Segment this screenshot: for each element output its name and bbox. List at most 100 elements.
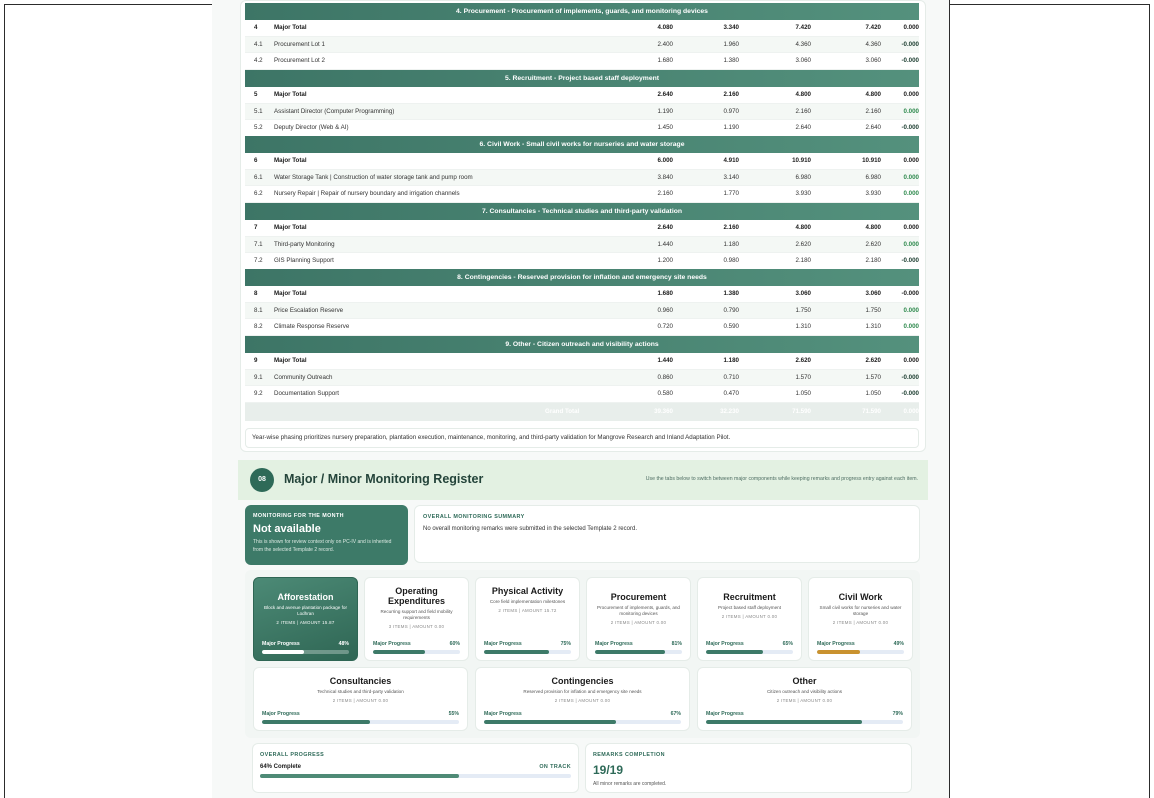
component-tab-operating-expenditures[interactable]: Operating Expenditures Recurring support … [364,577,469,661]
major-total-row: 4 Major Total 4.080 3.340 7.420 7.420 0.000 [245,20,919,37]
table-row: 4.1 Procurement Lot 1 2.400 1.960 4.360 4.360… [245,36,919,54]
section-header: 5. Recruitment - Project based staff dep… [245,70,919,87]
remarks-completion-value: 19/19 [593,763,624,777]
cell-v4: 2.160 [865,107,881,115]
cell-no: 7.2 [254,257,263,265]
overall-progress-complete: 64% Complete [260,764,302,770]
progress-label: Major Progress [484,711,522,717]
cell-item: Major Total [274,157,307,164]
grand-total-v2: 32.230 [720,408,739,415]
component-tab-contingencies[interactable]: Contingencies Reserved provision for infl… [475,667,690,731]
cell-v4: 2.620 [865,240,881,248]
component-tab-physical-activity[interactable]: Physical Activity Core field implementati… [475,577,580,661]
cell-v2: 1.960 [723,40,739,48]
cell-v4: 1.050 [865,390,881,398]
progress-label: Major Progress [262,711,300,717]
table-row: 6.1 Water Storage Tank | Construction of … [245,169,919,187]
component-tab-procurement[interactable]: Procurement Procurement of implements, gu… [586,577,691,661]
cell-v1: 1.200 [657,257,673,265]
component-meta: 2 ITEMS | AMOUNT 0.00 [832,620,889,625]
cell-v1: 1.440 [657,240,673,248]
component-tab-civil-work[interactable]: Civil Work Small civil works for nurserie… [808,577,913,661]
cell-v1: 2.640 [657,224,673,231]
progress-label: Major Progress [706,641,744,647]
progress-fill [484,720,616,724]
cell-v1: 0.860 [657,373,673,381]
cell-diff: 0.000 [903,157,919,164]
cell-v4: 1.750 [865,306,881,314]
cell-v2: 0.790 [723,306,739,314]
component-description: Small civil works for nurseries and wate… [819,605,902,616]
overall-summary-text: No overall monitoring remarks were submi… [423,526,637,532]
table-row: 5.2 Deputy Director (Web & AI) 1.450 1.190 2… [245,120,919,137]
component-tab-afforestation[interactable]: Afforestation Block and avenue plantation… [253,577,358,661]
cell-diff: 0.000 [903,323,919,331]
component-tab-other[interactable]: Other Citizen outreach and visibility act… [697,667,912,731]
grand-total-row: Grand Total 39.360 32.230 71.590 71.590 0.000 [245,403,919,421]
progress-percent: 67% [670,711,681,717]
table-row: 5.1 Assistant Director (Computer Programm… [245,103,919,121]
overall-progress-status: ON TRACK [539,764,571,770]
cell-v3: 4.800 [795,224,811,231]
cell-v4: 4.800 [865,91,881,98]
component-tab-consultancies[interactable]: Consultancies Technical studies and third… [253,667,468,731]
progress-label: Major Progress [817,641,855,647]
progress-bar [595,650,682,654]
cell-diff: 0.000 [903,240,919,248]
component-description: Core field implementation milestones [489,599,566,604]
cell-v4: 2.180 [865,257,881,265]
cell-v1: 3.840 [657,173,673,181]
progress-fill [706,650,763,654]
cell-no: 8.1 [254,306,263,314]
cell-no: 9.2 [254,390,263,398]
progress-bar [262,650,349,654]
remarks-completion-label: REMARKS COMPLETION [593,752,665,758]
component-title: Other [792,676,817,686]
cell-v3: 3.060 [795,290,811,297]
progress-label: Major Progress [484,641,522,647]
major-total-row: 8 Major Total 1.680 1.380 3.060 3.060 -0.000 [245,286,919,303]
monitoring-month-value: Not available [253,523,321,535]
cell-v2: 1.380 [723,290,739,297]
table-row: 6.2 Nursery Repair | Repair of nursery bo… [245,186,919,203]
cell-item: Procurement Lot 1 [274,40,325,48]
component-tab-recruitment[interactable]: Recruitment Project based staff deploymen… [697,577,802,661]
cell-v1: 0.960 [657,306,673,314]
overall-progress-card: OVERALL PROGRESS 64% Complete ON TRACK [252,743,579,793]
cell-no: 6 [254,157,258,164]
overall-progress-bar [260,774,571,778]
cell-v4: 3.930 [865,190,881,198]
cell-item: Major Total [274,290,307,297]
cell-v3: 3.930 [795,190,811,198]
register-header: 08 Major / Minor Monitoring Register Use… [238,460,928,500]
overall-progress-fill [260,774,460,778]
cell-diff: -0.000 [901,257,919,265]
cell-v2: 0.980 [723,257,739,265]
cell-v3: 4.800 [795,91,811,98]
cell-v3: 1.750 [795,306,811,314]
component-description: Recurring support and field mobility req… [380,609,453,620]
remarks-completion-card: REMARKS COMPLETION 19/19 All minor remar… [585,743,912,793]
cell-v3: 2.160 [795,107,811,115]
progress-percent: 75% [560,641,571,647]
grand-total-diff: 0.000 [903,408,919,415]
progress-fill [373,650,426,654]
cell-v2: 4.910 [723,157,739,164]
table-row: 8.1 Price Escalation Reserve 0.960 0.790 1.7… [245,302,919,320]
monitoring-month-card: MONITORING FOR THE MONTH Not available T… [245,505,408,565]
progress-bar [262,720,459,724]
cell-v3: 2.640 [795,124,811,132]
cell-v4: 10.910 [862,157,881,164]
progress-fill [484,650,550,654]
cell-no: 6.2 [254,190,263,198]
cell-diff: 0.000 [903,357,919,364]
section-header: 8. Contingencies - Reserved provision fo… [245,269,919,286]
cell-item: Procurement Lot 2 [274,57,325,65]
grand-total-v1: 39.360 [654,408,673,415]
cell-v3: 1.310 [795,323,811,331]
progress-bar [484,720,681,724]
phasing-note: Year-wise phasing prioritizes nursery pr… [245,428,919,448]
major-total-row: 7 Major Total 2.640 2.160 4.800 4.800 0.000 [245,220,919,237]
cell-v4: 7.420 [865,24,881,31]
component-title: Recruitment [723,592,776,602]
